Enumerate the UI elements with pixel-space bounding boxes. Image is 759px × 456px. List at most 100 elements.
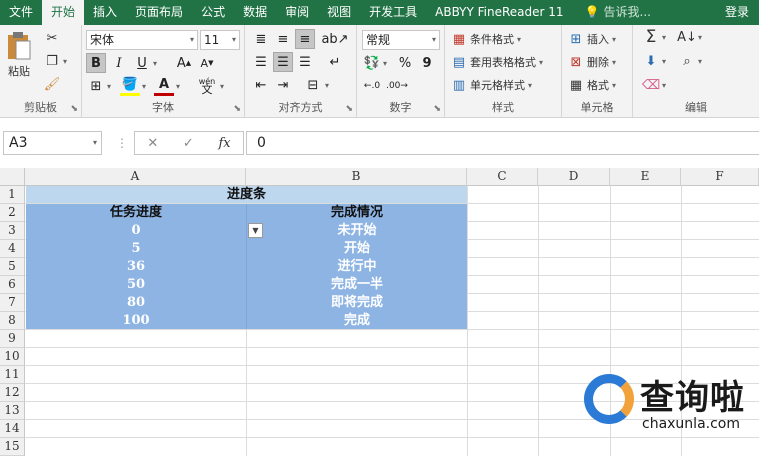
tab-formulas[interactable]: 公式 xyxy=(192,0,234,25)
enter-icon[interactable]: ✓ xyxy=(183,136,194,151)
accounting-format-button[interactable]: 💱 xyxy=(362,53,382,73)
phonetic-button[interactable]: wén 文 xyxy=(197,76,217,96)
wrap-text-button[interactable]: ↵ xyxy=(325,52,345,72)
status-cell[interactable]: 完成 xyxy=(247,312,467,330)
align-bottom-button[interactable]: ≡ xyxy=(295,29,315,49)
row-header[interactable]: 15 xyxy=(0,438,25,456)
tab-home[interactable]: 开始 xyxy=(42,0,85,25)
bold-button[interactable]: B xyxy=(86,53,106,73)
progress-cell[interactable]: 80 xyxy=(26,294,246,312)
merge-center-button[interactable]: ⊟ xyxy=(303,75,323,95)
row-header[interactable]: 8 xyxy=(0,312,25,330)
fill-button[interactable]: ⬇ ▾ xyxy=(643,53,666,69)
row-header[interactable]: 4 xyxy=(0,240,25,258)
chevron-down-icon[interactable]: ▾ xyxy=(383,59,387,68)
shrink-font-button[interactable]: A ▼ xyxy=(197,53,217,73)
increase-indent-button[interactable]: ⇥ xyxy=(273,75,293,95)
validation-dropdown-button[interactable]: ▼ xyxy=(248,223,263,238)
border-button[interactable]: ⊞ xyxy=(86,76,106,96)
align-center-button[interactable]: ☰ xyxy=(273,52,293,72)
column-header-a[interactable]: A xyxy=(25,168,246,186)
row-header[interactable]: 12 xyxy=(0,384,25,402)
status-cell[interactable]: 进行中 xyxy=(247,258,467,276)
dialog-launcher-icon[interactable]: ⬊ xyxy=(433,104,441,114)
column-header-b[interactable]: B xyxy=(246,168,467,186)
row-header[interactable]: 3 xyxy=(0,222,25,240)
fill-color-button[interactable]: 🪣 xyxy=(120,76,140,96)
cell-styles-button[interactable]: ▥ 单元格样式 ▾ xyxy=(451,77,532,93)
tab-file[interactable]: 文件 xyxy=(0,0,42,25)
autosum-button[interactable]: Σ ▾ xyxy=(643,27,666,47)
delete-cells-button[interactable]: ⊠ 删除 ▾ xyxy=(568,54,616,70)
row-header[interactable]: 13 xyxy=(0,402,25,420)
underline-button[interactable]: U xyxy=(132,53,152,73)
status-cell[interactable]: 开始 xyxy=(247,240,467,258)
progress-cell[interactable]: 5 xyxy=(26,240,246,258)
insert-cells-button[interactable]: ⊞ 插入 ▾ xyxy=(568,31,616,47)
find-select-button[interactable]: ⌕ ▾ xyxy=(679,53,702,69)
progress-cell[interactable]: 0 xyxy=(26,222,246,240)
row-header[interactable]: 10 xyxy=(0,348,25,366)
row-header[interactable]: 14 xyxy=(0,420,25,438)
row-header[interactable]: 7 xyxy=(0,294,25,312)
percent-button[interactable]: % xyxy=(395,53,415,73)
name-box[interactable]: A3 ▾ xyxy=(3,131,102,155)
paste-button[interactable]: 粘贴 xyxy=(6,31,32,79)
tab-view[interactable]: 视图 xyxy=(318,0,360,25)
align-right-button[interactable]: ☰ xyxy=(295,52,315,72)
select-all-corner[interactable] xyxy=(0,168,25,186)
header-cell-progress[interactable]: 任务进度 xyxy=(26,204,246,222)
row-header[interactable]: 5 xyxy=(0,258,25,276)
tab-page-layout[interactable]: 页面布局 xyxy=(126,0,192,25)
grow-font-button[interactable]: A ▲ xyxy=(174,53,194,73)
row-header[interactable]: 6 xyxy=(0,276,25,294)
cancel-icon[interactable]: ✕ xyxy=(147,136,158,151)
tab-review[interactable]: 审阅 xyxy=(276,0,318,25)
chevron-down-icon[interactable]: ▾ xyxy=(142,82,146,91)
column-header-e[interactable]: E xyxy=(610,168,681,186)
orientation-button[interactable]: ab↗ xyxy=(321,29,348,49)
column-header-c[interactable]: C xyxy=(467,168,538,186)
row-header[interactable]: 9 xyxy=(0,330,25,348)
dialog-launcher-icon[interactable]: ⬊ xyxy=(70,104,78,114)
formula-input[interactable]: 0 xyxy=(246,131,759,155)
font-name-select[interactable]: 宋体 ▾ xyxy=(86,30,198,50)
clear-button[interactable]: ⌫ ▾ xyxy=(642,77,666,93)
align-middle-button[interactable]: ≡ xyxy=(273,29,293,49)
decrease-decimal-button[interactable]: .00→ xyxy=(386,76,408,96)
tell-me-box[interactable]: 💡 告诉我... xyxy=(585,0,651,25)
format-cells-button[interactable]: ▦ 格式 ▾ xyxy=(568,77,616,93)
comma-style-button[interactable]: 9 xyxy=(417,53,437,73)
status-cell[interactable]: 完成一半 xyxy=(247,276,467,294)
decrease-indent-button[interactable]: ⇤ xyxy=(251,75,271,95)
row-header[interactable]: 2 xyxy=(0,204,25,222)
cut-button[interactable]: ✂ xyxy=(44,30,60,46)
column-header-d[interactable]: D xyxy=(538,168,610,186)
insert-function-button[interactable]: fx xyxy=(218,136,230,151)
sort-filter-button[interactable]: A↓ ▾ xyxy=(677,29,702,45)
copy-button[interactable]: ❐ ▾ xyxy=(44,53,67,69)
column-header-f[interactable]: F xyxy=(681,168,759,186)
tab-developer[interactable]: 开发工具 xyxy=(360,0,426,25)
status-cell[interactable]: 未开始 xyxy=(247,222,467,240)
progress-cell[interactable]: 36 xyxy=(26,258,246,276)
align-top-button[interactable]: ≣ xyxy=(251,29,271,49)
chevron-down-icon[interactable]: ▾ xyxy=(325,81,329,90)
login-button[interactable]: 登录 xyxy=(715,0,759,25)
increase-decimal-button[interactable]: ←.0 xyxy=(362,76,382,96)
resize-handle-icon[interactable]: ⋮ xyxy=(116,131,128,155)
chevron-down-icon[interactable]: ▾ xyxy=(153,59,157,68)
row-header[interactable]: 11 xyxy=(0,366,25,384)
font-color-button[interactable]: A xyxy=(154,76,174,96)
conditional-format-button[interactable]: ▦ 条件格式 ▾ xyxy=(451,31,521,47)
chevron-down-icon[interactable]: ▾ xyxy=(107,82,111,91)
font-size-select[interactable]: 11 ▾ xyxy=(200,30,240,50)
italic-button[interactable]: I xyxy=(109,53,129,73)
format-as-table-button[interactable]: ▤ 套用表格格式 ▾ xyxy=(451,54,543,70)
dialog-launcher-icon[interactable]: ⬊ xyxy=(233,104,241,114)
tab-abbyy[interactable]: ABBYY FineReader 11 xyxy=(426,0,572,25)
chevron-down-icon[interactable]: ▾ xyxy=(220,82,224,91)
format-painter-button[interactable]: 🖌 xyxy=(44,76,61,92)
tab-data[interactable]: 数据 xyxy=(234,0,276,25)
number-format-select[interactable]: 常规 ▾ xyxy=(362,30,440,50)
